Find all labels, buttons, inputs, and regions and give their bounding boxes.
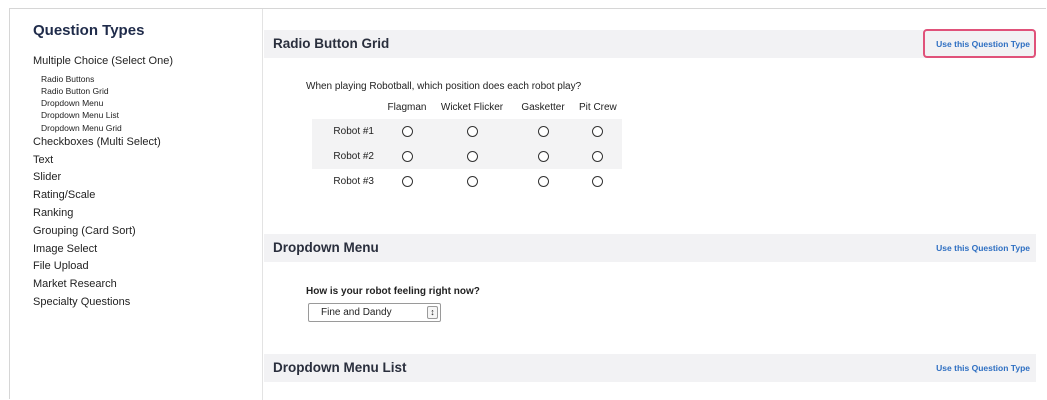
section-title: Dropdown Menu List	[273, 360, 407, 375]
sidebar-item-dropdown-menu-list[interactable]: Dropdown Menu List	[33, 109, 173, 121]
radio-grid-table: Flagman Wicket Flicker Gasketter Pit Cre…	[312, 95, 622, 194]
table-row: Robot #1	[312, 119, 622, 144]
question-text: When playing Robotball, which position d…	[306, 81, 582, 92]
column-header: Flagman	[387, 101, 427, 113]
radio-button[interactable]	[401, 125, 413, 137]
radio-button[interactable]	[466, 150, 478, 162]
robot-feeling-select[interactable]: Fine and Dandy ↕	[308, 303, 441, 322]
radio-button[interactable]	[466, 175, 478, 187]
sidebar-item-market-research[interactable]: Market Research	[33, 276, 173, 294]
sidebar-item-slider[interactable]: Slider	[33, 169, 173, 187]
radio-button[interactable]	[537, 175, 549, 187]
use-question-type-link[interactable]: Use this Question Type	[936, 30, 1030, 58]
row-label: Robot #3	[333, 176, 374, 187]
use-question-type-link[interactable]: Use this Question Type	[936, 354, 1030, 382]
section-header-radio-button-grid: Radio Button Grid Use this Question Type	[264, 29, 1036, 58]
radio-button[interactable]	[401, 175, 413, 187]
column-header: Wicket Flicker	[440, 101, 504, 113]
select-value: Fine and Dandy	[321, 307, 392, 318]
sidebar-item-file-upload[interactable]: File Upload	[33, 258, 173, 276]
sidebar-item-multiple-choice[interactable]: Multiple Choice (Select One)	[33, 53, 173, 71]
table-row: Robot #3	[312, 169, 622, 194]
sidebar-item-rating-scale[interactable]: Rating/Scale	[33, 187, 173, 205]
question-text: How is your robot feeling right now?	[306, 286, 480, 297]
radio-button[interactable]	[592, 175, 604, 187]
question-types-sidebar: Question Types Multiple Choice (Select O…	[10, 9, 263, 400]
row-label: Robot #1	[312, 119, 382, 144]
radio-button[interactable]	[592, 125, 604, 137]
sidebar-item-checkboxes[interactable]: Checkboxes (Multi Select)	[33, 134, 173, 152]
sidebar-item-grouping[interactable]: Grouping (Card Sort)	[33, 223, 173, 241]
sidebar-item-radio-button-grid[interactable]: Radio Button Grid	[33, 85, 173, 97]
sidebar-item-radio-buttons[interactable]: Radio Buttons	[33, 73, 173, 85]
section-title: Radio Button Grid	[273, 36, 390, 51]
use-question-type-link[interactable]: Use this Question Type	[936, 234, 1030, 262]
radio-button[interactable]	[537, 150, 549, 162]
sidebar-item-specialty-questions[interactable]: Specialty Questions	[33, 294, 173, 312]
sidebar-item-dropdown-menu[interactable]: Dropdown Menu	[33, 97, 173, 109]
sidebar-item-text[interactable]: Text	[33, 152, 173, 170]
select-arrow-icon: ↕	[427, 306, 438, 319]
section-header-dropdown-menu: Dropdown Menu Use this Question Type	[264, 234, 1036, 262]
sidebar-item-dropdown-menu-grid[interactable]: Dropdown Menu Grid	[33, 122, 173, 134]
row-label: Robot #2	[312, 144, 382, 169]
radio-button[interactable]	[401, 150, 413, 162]
sidebar-item-ranking[interactable]: Ranking	[33, 205, 173, 223]
grid-corner	[312, 95, 382, 119]
section-header-dropdown-menu-list: Dropdown Menu List Use this Question Typ…	[264, 354, 1036, 382]
column-header: Pit Crew	[579, 101, 617, 113]
sidebar-title: Question Types	[33, 22, 145, 39]
radio-button[interactable]	[466, 125, 478, 137]
app-frame: Question Types Multiple Choice (Select O…	[9, 8, 1046, 400]
sidebar-list: Multiple Choice (Select One) Radio Butto…	[33, 53, 173, 312]
radio-button[interactable]	[592, 150, 604, 162]
table-row: Robot #2	[312, 144, 622, 169]
radio-button[interactable]	[537, 125, 549, 137]
column-header: Gasketter	[521, 101, 565, 113]
section-title: Dropdown Menu	[273, 240, 379, 255]
sidebar-item-image-select[interactable]: Image Select	[33, 241, 173, 259]
